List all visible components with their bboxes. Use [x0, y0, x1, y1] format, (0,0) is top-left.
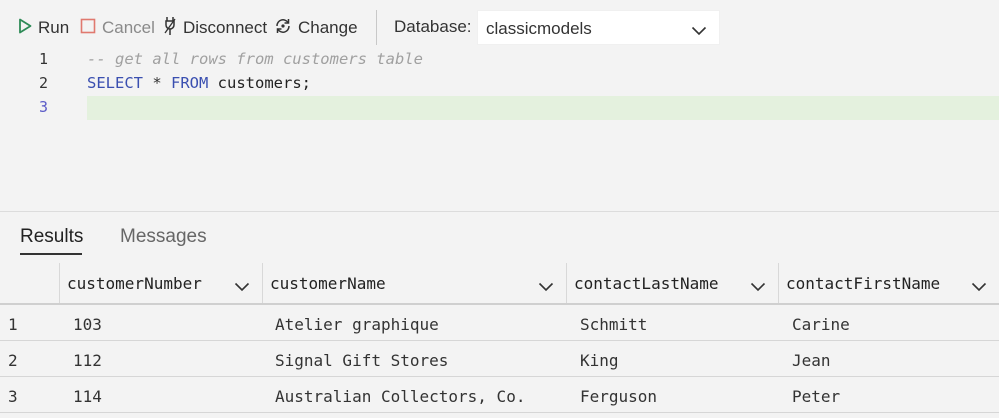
code-statement: SELECT * FROM customers;: [87, 74, 311, 92]
column-header-label: customerName: [270, 274, 386, 293]
cell-contactfirstname[interactable]: Jean: [792, 351, 831, 370]
cell-contactlastname[interactable]: Schmitt: [580, 315, 647, 334]
column-header-label: customerNumber: [67, 274, 202, 293]
editor-line: 1 -- get all rows from customers table: [0, 48, 999, 72]
chevron-down-icon: [691, 23, 707, 41]
tab-results[interactable]: Results: [20, 226, 83, 248]
tab-messages[interactable]: Messages: [120, 226, 207, 248]
cell-customernumber[interactable]: 114: [73, 387, 102, 406]
change-connection-icon: [274, 17, 292, 40]
chevron-down-icon[interactable]: [538, 279, 554, 297]
current-line-highlight: [87, 96, 999, 120]
table-row[interactable]: 3 114 Australian Collectors, Co. Ferguso…: [0, 377, 999, 413]
change-connection-button[interactable]: Change: [274, 16, 358, 40]
line-number: 1: [38, 50, 48, 68]
run-label: Run: [38, 18, 70, 37]
cell-customername[interactable]: Atelier graphique: [275, 315, 439, 334]
stop-icon: [80, 18, 96, 39]
database-select[interactable]: classicmodels: [477, 10, 720, 45]
column-header-contactlastname[interactable]: contactLastName: [566, 263, 778, 303]
grid-header: customerNumber customerName contactLastN…: [0, 263, 999, 305]
play-icon: [18, 18, 32, 39]
code-comment: -- get all rows from customers table: [87, 50, 423, 68]
cell-customernumber[interactable]: 112: [73, 351, 102, 370]
query-toolbar: Run Cancel Disconnect Change Database: c…: [0, 0, 999, 48]
disconnect-button[interactable]: Disconnect: [163, 16, 267, 40]
pane-splitter[interactable]: [0, 211, 999, 212]
column-header-label: contactLastName: [574, 274, 719, 293]
keyword-select: SELECT: [87, 74, 143, 92]
change-label: Change: [298, 18, 358, 37]
cell-contactlastname[interactable]: Ferguson: [580, 387, 657, 406]
database-value: classicmodels: [486, 19, 592, 38]
code-identifier: customers;: [208, 74, 311, 92]
row-number: 1: [8, 315, 18, 334]
editor-line: 2 SELECT * FROM customers;: [0, 72, 999, 96]
query-editor[interactable]: 1 -- get all rows from customers table 2…: [0, 48, 999, 212]
run-button[interactable]: Run: [18, 16, 69, 40]
toolbar-divider: [376, 10, 377, 45]
results-grid: customerNumber customerName contactLastN…: [0, 263, 999, 418]
chevron-down-icon[interactable]: [971, 279, 987, 297]
active-tab-indicator: [20, 253, 82, 255]
chevron-down-icon[interactable]: [234, 279, 250, 297]
column-header-contactfirstname[interactable]: contactFirstName: [778, 263, 999, 303]
row-number: 3: [8, 387, 18, 406]
code-operator: *: [143, 74, 171, 92]
cancel-button[interactable]: Cancel: [80, 16, 155, 40]
cell-contactfirstname[interactable]: Carine: [792, 315, 850, 334]
unplug-icon: [163, 16, 177, 41]
table-row[interactable]: 1 103 Atelier graphique Schmitt Carine: [0, 305, 999, 341]
cancel-label: Cancel: [102, 18, 155, 37]
disconnect-label: Disconnect: [183, 18, 268, 37]
database-label: Database:: [394, 17, 472, 36]
column-header-customernumber[interactable]: customerNumber: [59, 263, 262, 303]
column-header-customername[interactable]: customerName: [262, 263, 566, 303]
keyword-from: FROM: [171, 74, 209, 92]
table-row[interactable]: 2 112 Signal Gift Stores King Jean: [0, 341, 999, 377]
line-number: 3: [38, 98, 48, 116]
chevron-down-icon[interactable]: [750, 279, 766, 297]
cell-contactfirstname[interactable]: Peter: [792, 387, 840, 406]
column-header-label: contactFirstName: [786, 274, 941, 293]
line-number: 2: [38, 74, 48, 92]
cell-customername[interactable]: Australian Collectors, Co.: [275, 387, 525, 406]
cell-contactlastname[interactable]: King: [580, 351, 619, 370]
row-number: 2: [8, 351, 18, 370]
cell-customernumber[interactable]: 103: [73, 315, 102, 334]
editor-line-current: 3: [0, 96, 999, 120]
cell-customername[interactable]: Signal Gift Stores: [275, 351, 448, 370]
